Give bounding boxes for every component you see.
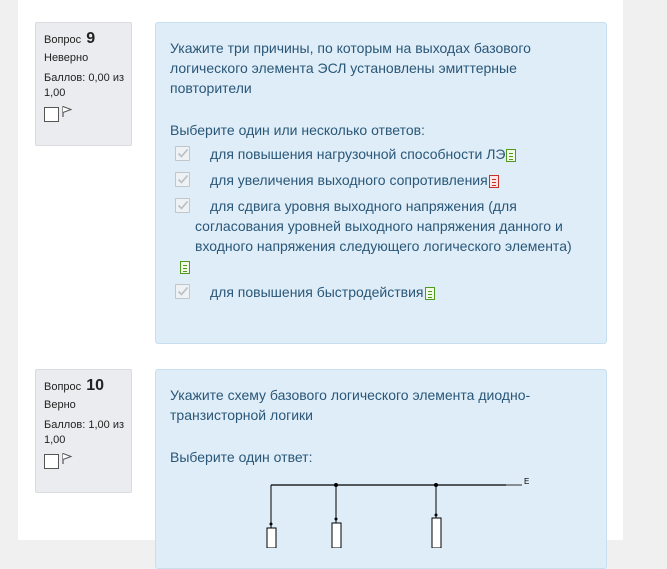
answer-text: для повышения быстродействия bbox=[210, 284, 424, 300]
question-info-10: Вопрос 10 Верно Баллов: 1,00 из 1,00 bbox=[35, 369, 132, 493]
resistor bbox=[331, 522, 342, 548]
question-number: Вопрос 9 bbox=[44, 31, 131, 48]
answer-checkbox[interactable] bbox=[175, 198, 190, 213]
supply-label: E bbox=[524, 478, 529, 486]
flag-question[interactable] bbox=[44, 453, 131, 469]
question-text: Укажите три причины, по которым на выход… bbox=[170, 40, 531, 96]
quiz-page: Вопрос 9 Неверно Баллов: 0,00 из 1,00 Ук… bbox=[18, 0, 623, 569]
check-icon bbox=[177, 148, 189, 158]
question-state: Неверно bbox=[44, 52, 89, 64]
correct-mark-icon bbox=[506, 148, 517, 162]
answer-checkbox[interactable] bbox=[175, 284, 190, 299]
incorrect-mark-icon bbox=[488, 174, 499, 188]
question-content-9: Укажите три причины, по которым на выход… bbox=[155, 22, 607, 344]
question-number-value: 9 bbox=[86, 30, 96, 47]
answer-text: для увеличения выходного сопротивления bbox=[210, 172, 488, 188]
flag-checkbox[interactable] bbox=[44, 453, 59, 469]
flag-question[interactable] bbox=[44, 106, 131, 122]
check-icon bbox=[177, 174, 189, 184]
answer-prompt: Выберите один или несколько ответов: bbox=[170, 122, 425, 138]
junction bbox=[434, 513, 438, 517]
circuit-diagram[interactable]: E bbox=[256, 478, 536, 548]
question-state: Верно bbox=[44, 399, 76, 411]
question-number: Вопрос 10 bbox=[44, 378, 131, 395]
junction bbox=[334, 517, 338, 521]
answer-text: для повышения нагрузочной способности ЛЭ bbox=[210, 146, 506, 162]
check-icon bbox=[177, 286, 189, 296]
answer-option[interactable]: для увеличения выходного сопротивления bbox=[170, 170, 592, 190]
question-label: Вопрос bbox=[44, 381, 82, 393]
correct-mark-icon bbox=[180, 260, 190, 274]
flag-icon[interactable] bbox=[61, 105, 73, 123]
check-icon bbox=[177, 200, 189, 210]
answer-list: для повышения нагрузочной способности ЛЭ… bbox=[170, 144, 592, 302]
question-content-10: Укажите схему базового логического элеме… bbox=[155, 369, 607, 569]
question-grade: Баллов: 0,00 из 1,00 bbox=[44, 72, 125, 99]
answer-checkbox[interactable] bbox=[175, 172, 190, 187]
answer-prompt: Выберите один ответ: bbox=[170, 449, 313, 465]
correct-mark-icon bbox=[424, 286, 435, 300]
answer-option[interactable]: для повышения быстродействия bbox=[170, 282, 592, 302]
junction bbox=[269, 522, 273, 526]
resistor bbox=[431, 517, 442, 548]
junction bbox=[334, 483, 338, 487]
answer-option[interactable]: для сдвига уровня выходного напряжения (… bbox=[170, 196, 592, 276]
question-text: Укажите схему базового логического элеме… bbox=[170, 387, 531, 423]
question-grade: Баллов: 1,00 из 1,00 bbox=[44, 419, 125, 446]
answer-checkbox[interactable] bbox=[175, 146, 190, 161]
question-info-9: Вопрос 9 Неверно Баллов: 0,00 из 1,00 bbox=[35, 22, 132, 146]
junction bbox=[434, 483, 438, 487]
question-number-value: 10 bbox=[86, 377, 105, 394]
flag-icon[interactable] bbox=[61, 452, 73, 470]
resistor bbox=[266, 527, 277, 548]
answer-option[interactable]: для повышения нагрузочной способности ЛЭ bbox=[170, 144, 592, 164]
flag-checkbox[interactable] bbox=[44, 106, 59, 122]
question-label: Вопрос bbox=[44, 34, 82, 46]
answer-text: для сдвига уровня выходного напряжения (… bbox=[195, 198, 572, 254]
